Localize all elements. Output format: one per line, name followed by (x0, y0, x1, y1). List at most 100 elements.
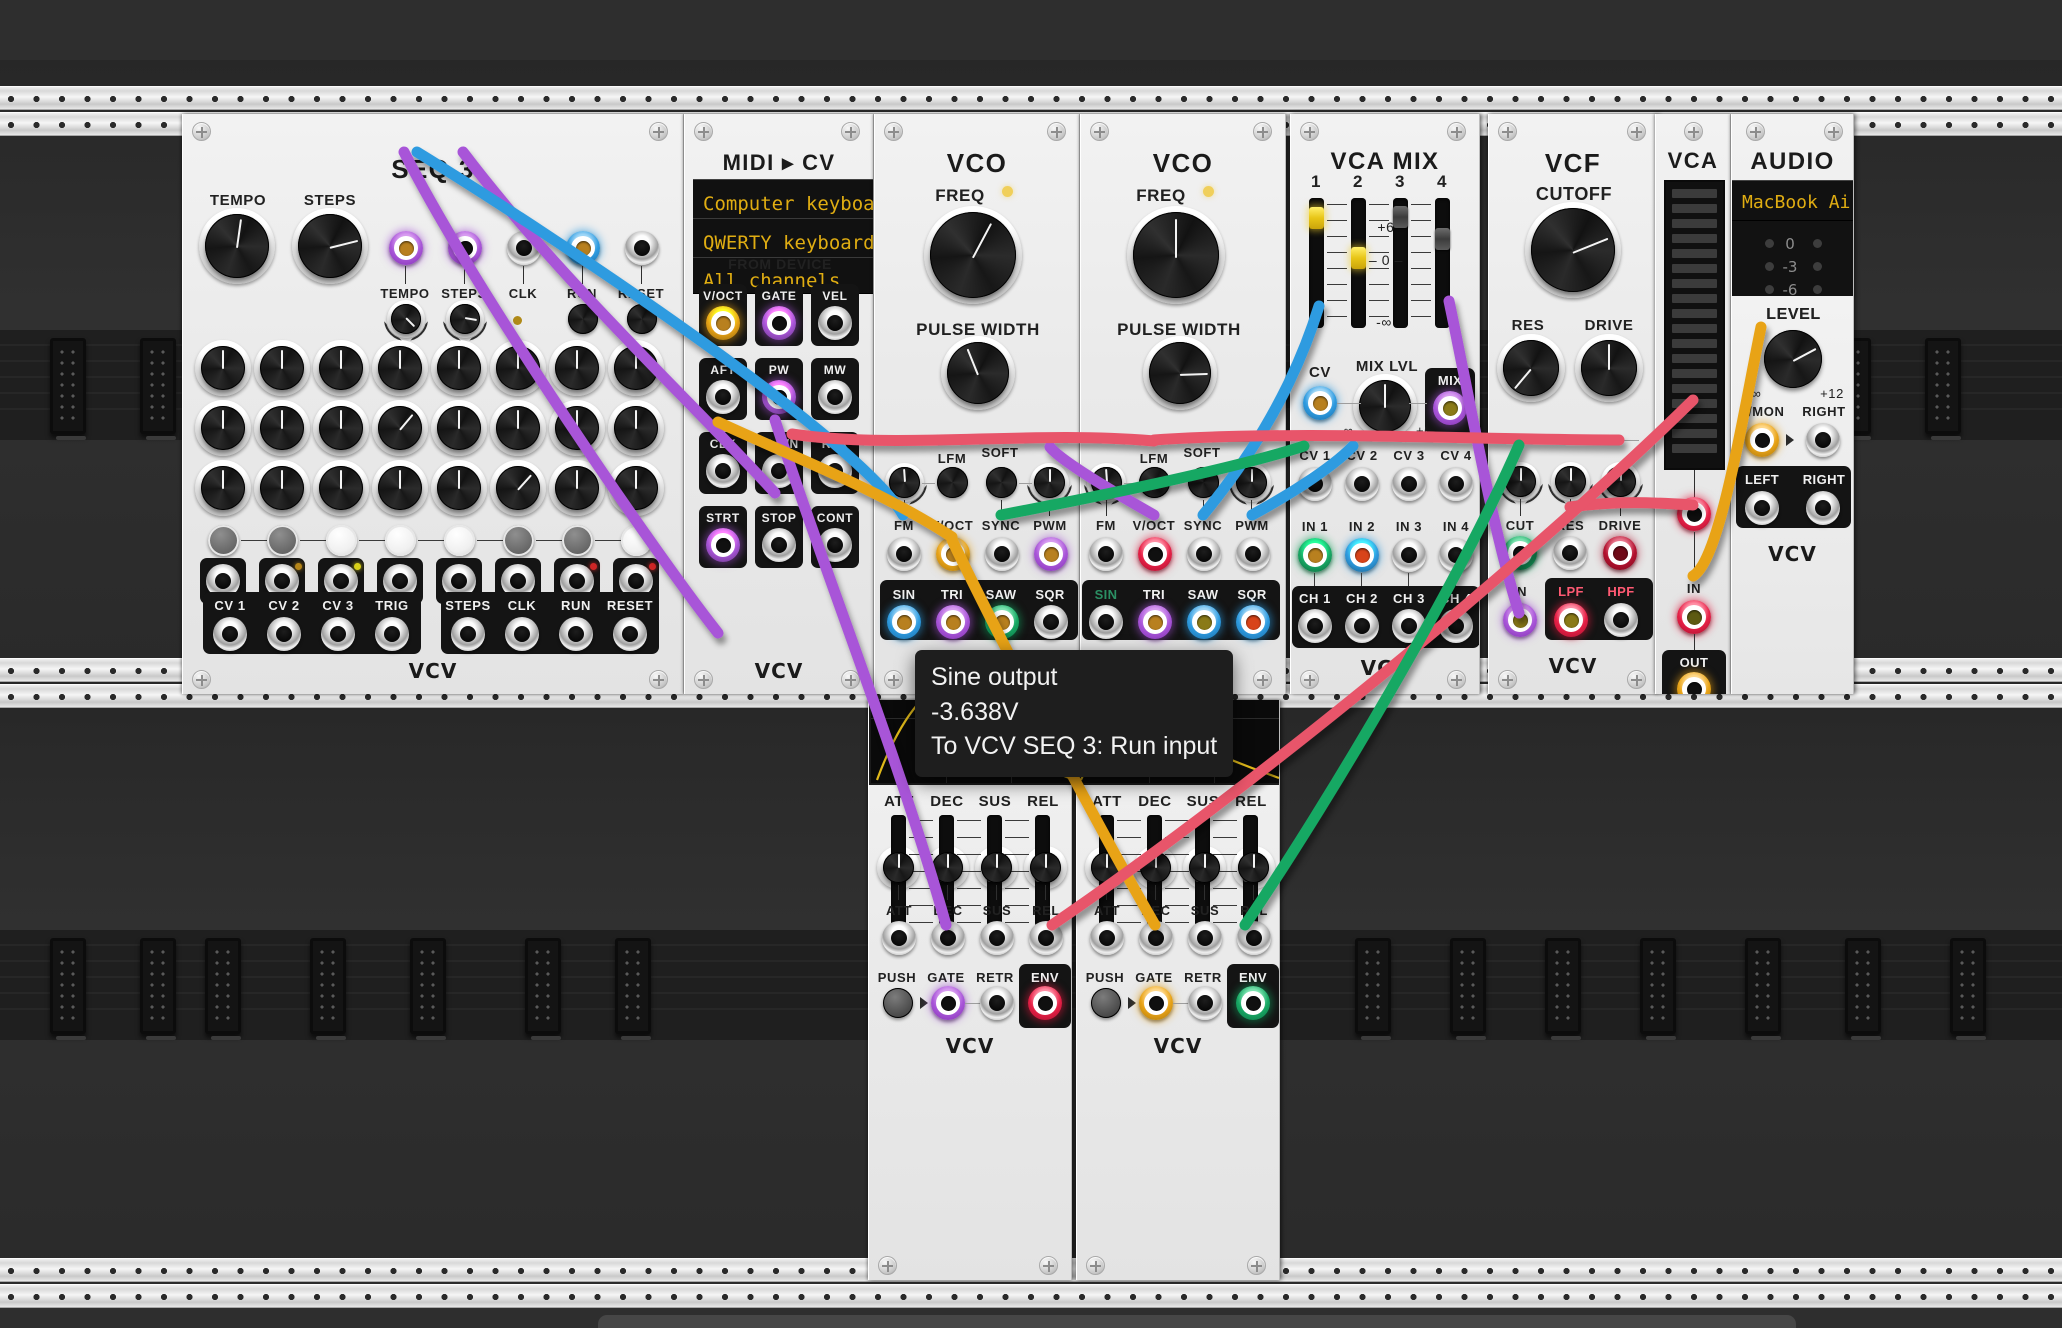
seq3-step-light-5[interactable] (444, 525, 475, 556)
vco1-jack-sqr[interactable] (1034, 605, 1068, 639)
vca-mix-chjack-1[interactable] (1298, 609, 1332, 643)
midi-jack-mw[interactable] (818, 380, 852, 414)
vcf-drive-attenuator[interactable] (1601, 462, 1640, 501)
midi-jack-strt[interactable] (706, 528, 740, 562)
vca-mix-cvjack-1[interactable] (1298, 467, 1332, 501)
midi-jack-clk[interactable] (706, 454, 740, 488)
vco1-jack-sin[interactable] (887, 605, 921, 639)
vca-mix-fader-handle-1[interactable] (1309, 206, 1324, 229)
seq3-step-knob-2-4[interactable] (372, 400, 428, 456)
seq3-step-knob-1-7[interactable] (549, 340, 605, 396)
seq3-step-knob-3-4[interactable] (372, 460, 428, 516)
seq3-step-knob-1-2[interactable] (254, 340, 310, 396)
module-audio[interactable]: AUDIO MacBook Air 0-3-6-12-24-36 LEVEL L… (1731, 114, 1854, 694)
audio-jack-right-in[interactable] (1806, 423, 1840, 457)
vca-mix-injack-2[interactable] (1345, 538, 1379, 572)
vca-mix-injack-4[interactable] (1439, 538, 1473, 572)
seq3-step-knob-3-6[interactable] (490, 460, 546, 516)
vcf-res-attenuator[interactable] (1551, 462, 1590, 501)
vco2-lfm-switch[interactable] (1139, 467, 1170, 498)
vca-mix-chjack-2[interactable] (1345, 609, 1379, 643)
seq3-step-knob-1-1[interactable] (195, 340, 251, 396)
bottom-toolbar[interactable] (598, 1315, 1796, 1328)
seq3-step-knob-2-1[interactable] (195, 400, 251, 456)
vca-jack-cv[interactable] (1677, 497, 1711, 531)
vcf-res-knob[interactable] (1497, 334, 1565, 402)
seq3-step-knob-2-2[interactable] (254, 400, 310, 456)
adsr1-cvjack-att[interactable] (882, 921, 916, 955)
vco1-jack-pwm[interactable] (1034, 537, 1068, 571)
midi-device-display[interactable]: Computer keyboard/m QWERTY keyboard (US … (693, 179, 873, 294)
seq3-top-jack-run[interactable] (566, 231, 600, 265)
audio-jack-left-out[interactable] (1745, 491, 1779, 525)
seq3-step-knob-1-3[interactable] (313, 340, 369, 396)
vcf-jack-res[interactable] (1553, 536, 1587, 570)
audio-jack-right-out[interactable] (1806, 491, 1840, 525)
seq3-top-jack-steps[interactable] (448, 231, 482, 265)
seq3-step-knob-3-5[interactable] (431, 460, 487, 516)
seq3-top-jack-clk[interactable] (507, 231, 541, 265)
module-seq3[interactable]: SEQ 3 TEMPO STEPS TEMPO STEPS CLK RUN RE… (182, 114, 684, 694)
vcf-cutoff-knob[interactable] (1525, 202, 1621, 298)
seq3-step-light-7[interactable] (562, 525, 593, 556)
adsr2-cvjack-att[interactable] (1090, 921, 1124, 955)
midi-jack-voct[interactable] (706, 306, 740, 340)
seq3-reset-button[interactable] (627, 304, 657, 334)
adsr2-push-button[interactable] (1091, 988, 1121, 1018)
adsr1-cv-attenuator-rel[interactable] (1024, 846, 1067, 889)
adsr2-jack-gate[interactable] (1139, 986, 1173, 1020)
vco1-freq-knob[interactable] (924, 206, 1022, 304)
adsr2-cvjack-sus[interactable] (1188, 921, 1222, 955)
vcf-jack-lpf[interactable] (1554, 603, 1588, 637)
seq3-step-knob-3-8[interactable] (608, 460, 664, 516)
seq3-step-knob-3-2[interactable] (254, 460, 310, 516)
vco2-pwm-attenuator[interactable] (1232, 463, 1271, 502)
vca-mix-injack-1[interactable] (1298, 538, 1332, 572)
vco1-pwm-attenuator[interactable] (1030, 463, 1069, 502)
seq3-step-knob-2-5[interactable] (431, 400, 487, 456)
seq3-step-knob-3-3[interactable] (313, 460, 369, 516)
vco1-lfm-switch[interactable] (937, 467, 968, 498)
vco1-jack-sync[interactable] (985, 537, 1019, 571)
vco2-jack-saw[interactable] (1187, 605, 1221, 639)
seq3-tempo-knob[interactable] (199, 208, 275, 284)
vca-mix-fader-track-4[interactable] (1435, 198, 1450, 328)
seq3-outjack-trig[interactable] (375, 617, 409, 651)
adsr2-cv-attenuator-att[interactable] (1085, 846, 1128, 889)
midi-jack-vel[interactable] (818, 306, 852, 340)
vcf-jack-hpf[interactable] (1604, 603, 1638, 637)
adsr1-push-button[interactable] (883, 988, 913, 1018)
seq3-step-knob-1-8[interactable] (608, 340, 664, 396)
seq3-step-light-4[interactable] (385, 525, 416, 556)
vca-fader-bank[interactable] (1664, 180, 1725, 470)
midi-jack-pw[interactable] (762, 380, 796, 414)
seq3-step-light-3[interactable] (326, 525, 357, 556)
vco1-jack-saw[interactable] (985, 605, 1019, 639)
seq3-step-knob-2-3[interactable] (313, 400, 369, 456)
seq3-step-knob-3-7[interactable] (549, 460, 605, 516)
adsr2-jack-env[interactable] (1236, 986, 1270, 1020)
seq3-step-light-2[interactable] (267, 525, 298, 556)
vcf-jack-in[interactable] (1503, 603, 1537, 637)
module-vcf[interactable]: VCF CUTOFF RES DRIVE CUT RES DRIVE IN LP… (1488, 114, 1658, 694)
adsr1-cv-attenuator-sus[interactable] (975, 846, 1018, 889)
adsr2-cvjack-rel[interactable] (1237, 921, 1271, 955)
seq3-top-jack-tempo[interactable] (389, 231, 423, 265)
seq3-tempo-attenuator[interactable] (387, 300, 425, 338)
vca-mix-cvjack-4[interactable] (1439, 467, 1473, 501)
vco1-pulse-width-knob[interactable] (941, 336, 1015, 410)
seq3-outjack-steps[interactable] (451, 617, 485, 651)
vco1-fm-attenuator[interactable] (885, 463, 924, 502)
module-vca-mix[interactable]: VCA MIX 1234 +6 – 0 – -∞ MIX LVL -∞ +6 C… (1290, 114, 1480, 694)
module-adsr-1[interactable]: ATT DEC SUS REL ATT DEC SUS REL PUSH GATE RETR… (868, 700, 1072, 1280)
midi-jack-clkn[interactable] (762, 454, 796, 488)
vcf-drive-knob[interactable] (1575, 334, 1643, 402)
module-vco-1[interactable]: VCO FREQ PULSE WIDTH LFM SOFT FM V/OCT S… (874, 114, 1080, 694)
seq3-outjack-cv1[interactable] (213, 617, 247, 651)
vca-jack-in[interactable] (1677, 600, 1711, 634)
seq3-step-light-6[interactable] (503, 525, 534, 556)
adsr2-cv-attenuator-rel[interactable] (1232, 846, 1275, 889)
vco2-pulse-width-knob[interactable] (1143, 336, 1217, 410)
vco2-jack-sin[interactable] (1089, 605, 1123, 639)
module-adsr-2[interactable]: ATT DEC SUS REL ATT DEC SUS REL PUSH GATE RETR… (1076, 700, 1280, 1280)
